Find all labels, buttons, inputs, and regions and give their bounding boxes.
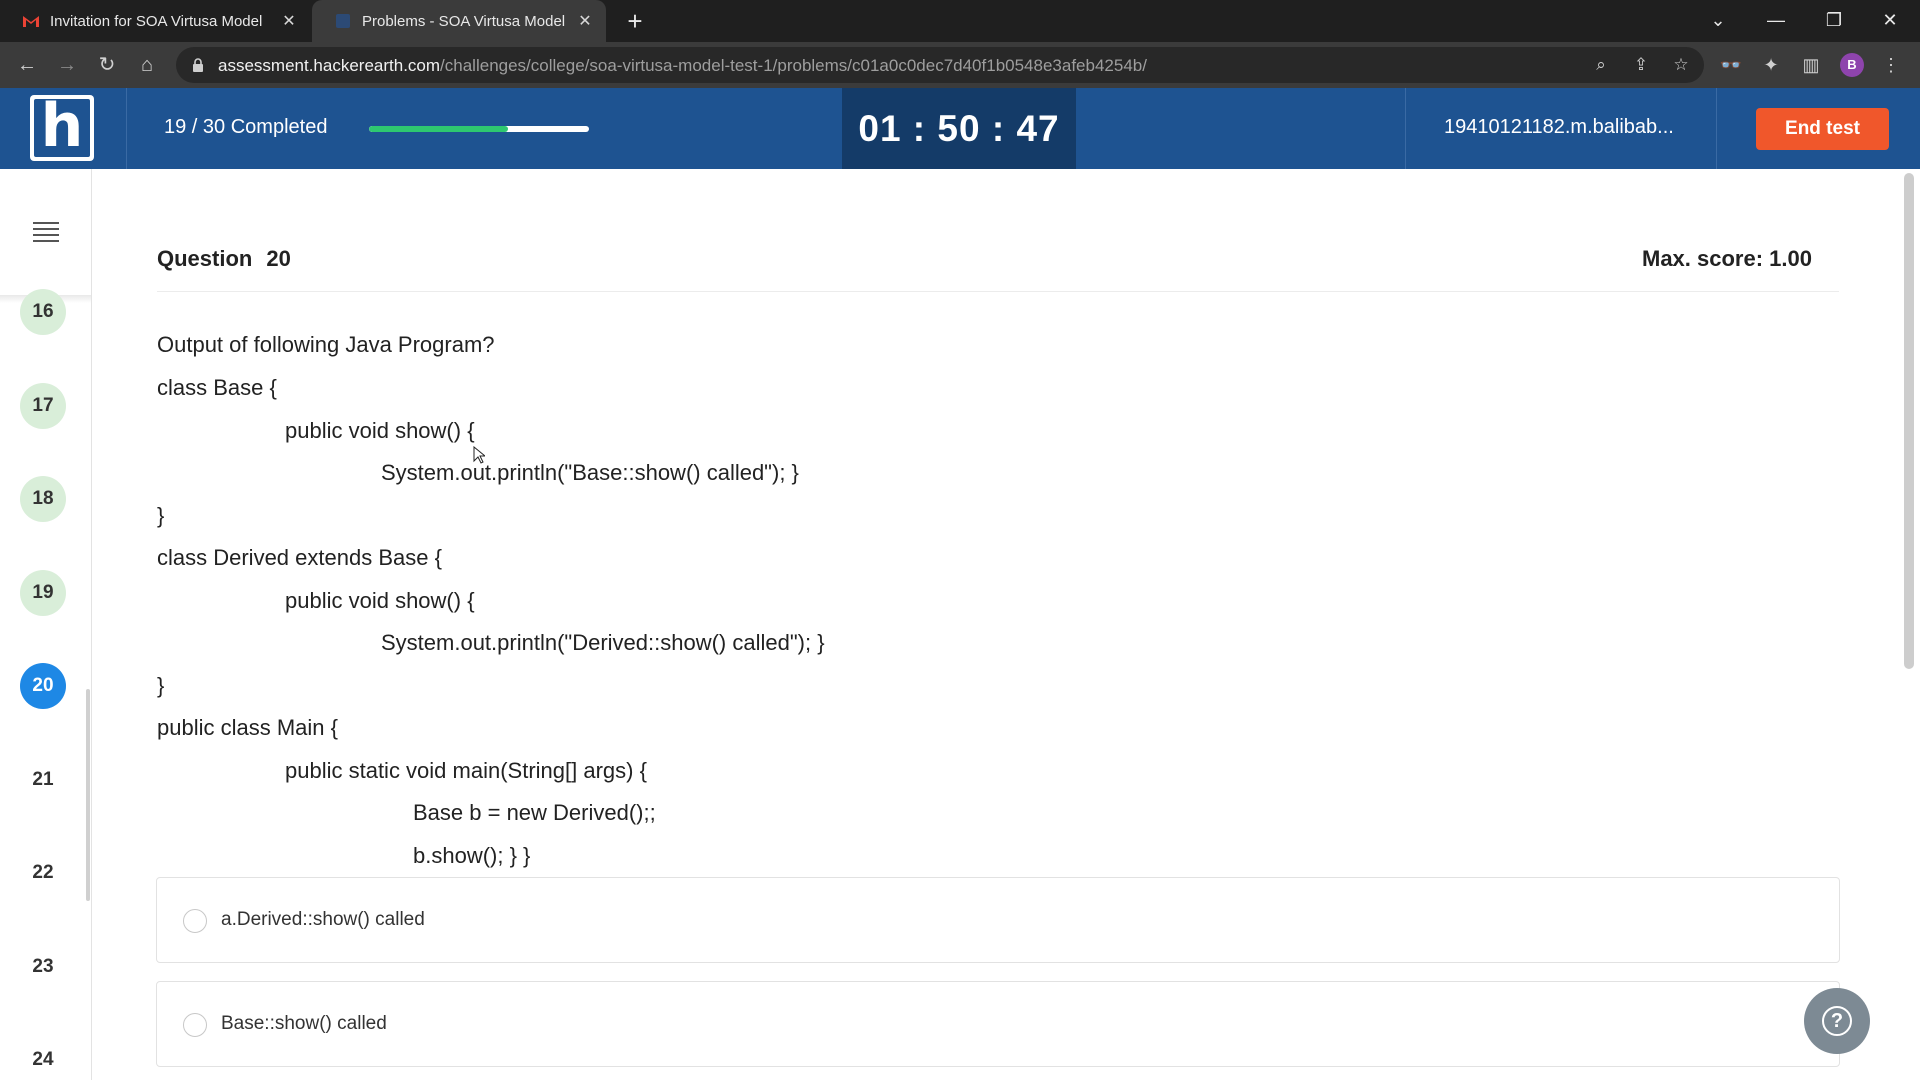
code-line: public void show() { — [285, 588, 475, 613]
end-test-button[interactable]: End test — [1756, 108, 1889, 150]
hamburger-menu-icon[interactable] — [33, 222, 59, 244]
extension-glasses-icon[interactable]: 👓 — [1716, 50, 1746, 80]
question-nav-17[interactable]: 17 — [20, 383, 66, 429]
completion-status: 19 / 30 Completed — [164, 116, 328, 138]
sidebar-scrollbar[interactable] — [86, 689, 90, 901]
tab-close-icon[interactable]: ✕ — [576, 11, 594, 31]
code-line: } — [157, 673, 165, 698]
mouse-cursor-icon — [473, 446, 485, 464]
code-line: public static void main(String[] args) { — [285, 758, 647, 783]
side-panel-icon[interactable]: ▥ — [1796, 50, 1826, 80]
header-divider — [1405, 88, 1406, 169]
more-menu-icon[interactable]: ⋮ — [1876, 50, 1906, 80]
question-nav-sidebar: 16 17 18 19 20 21 22 23 24 — [0, 169, 92, 1080]
url-path: /challenges/college/soa-virtusa-model-te… — [440, 56, 1147, 75]
help-button[interactable]: ? — [1804, 988, 1870, 1054]
main-scrollbar[interactable] — [1904, 173, 1914, 669]
question-nav-21[interactable]: 21 — [20, 757, 66, 803]
new-tab-button[interactable]: + — [620, 6, 650, 36]
question-nav-23[interactable]: 23 — [20, 944, 66, 990]
tab-gmail-invitation[interactable]: Invitation for SOA Virtusa Model ✕ — [0, 0, 310, 42]
user-name[interactable]: 19410121182.m.balibab... — [1444, 116, 1674, 139]
zoom-icon[interactable]: ⌕ — [1588, 52, 1614, 78]
progress-fill — [369, 126, 509, 132]
code-line: b.show(); } } — [413, 843, 531, 868]
profile-avatar[interactable]: B — [1840, 53, 1864, 77]
question-title: Question 20 — [157, 246, 291, 272]
reload-icon[interactable]: ↻ — [92, 50, 122, 80]
header-divider — [126, 88, 127, 169]
url-text: assessment.hackerearth.com/challenges/co… — [218, 56, 1147, 76]
browser-tab-bar: Invitation for SOA Virtusa Model ✕ Probl… — [0, 0, 1920, 42]
share-icon[interactable]: ⇪ — [1628, 52, 1654, 78]
option-label: a.Derived::show() called — [221, 909, 425, 930]
back-arrow-icon[interactable]: ← — [12, 50, 42, 80]
question-number: 20 — [266, 246, 291, 271]
answer-option-a[interactable]: a.Derived::show() called — [156, 877, 1840, 963]
tab-title: Invitation for SOA Virtusa Model — [50, 12, 263, 30]
question-nav-22[interactable]: 22 — [20, 850, 66, 896]
countdown-timer: 01 : 50 : 47 — [842, 88, 1076, 169]
code-line: System.out.println("Base::show() called"… — [381, 460, 799, 485]
question-mark-icon: ? — [1822, 1006, 1852, 1036]
url-field[interactable]: assessment.hackerearth.com/challenges/co… — [176, 47, 1704, 83]
code-line: class Derived extends Base { — [157, 545, 442, 570]
question-text: Output of following Java Program? — [157, 332, 495, 357]
header-separator — [157, 291, 1839, 292]
question-nav-19[interactable]: 19 — [20, 570, 66, 616]
option-label: Base::show() called — [221, 1013, 387, 1034]
restore-icon[interactable]: ❐ — [1806, 0, 1862, 42]
address-bar-row: ← → ↻ ⌂ assessment.hackerearth.com/chall… — [0, 42, 1920, 88]
completion-progress-bar — [369, 126, 589, 132]
radio-button[interactable] — [183, 1013, 207, 1037]
header-divider — [1716, 88, 1717, 169]
code-line: } — [157, 503, 165, 528]
bookmark-star-icon[interactable]: ☆ — [1668, 52, 1694, 78]
home-icon[interactable]: ⌂ — [132, 50, 162, 80]
minimize-icon[interactable]: — — [1748, 0, 1804, 42]
tab-title: Problems - SOA Virtusa Model Te — [362, 12, 568, 30]
hackerearth-icon — [334, 12, 352, 30]
question-label: Question — [157, 246, 253, 271]
radio-button[interactable] — [183, 909, 207, 933]
question-nav-16[interactable]: 16 — [20, 289, 66, 335]
code-line: class Base { — [157, 375, 277, 400]
hackerearth-logo[interactable]: h — [30, 95, 94, 161]
max-score: Max. score: 1.00 — [1642, 246, 1812, 271]
app-header: h 19 / 30 Completed 01 : 50 : 47 1941012… — [0, 88, 1920, 169]
gmail-icon — [22, 12, 40, 30]
close-window-icon[interactable]: ✕ — [1862, 0, 1918, 42]
tab-close-icon[interactable]: ✕ — [280, 11, 298, 31]
lock-icon — [193, 58, 203, 72]
logo-letter: h — [34, 96, 90, 157]
url-host: assessment.hackerearth.com — [218, 56, 441, 75]
answer-option-b[interactable]: Base::show() called — [156, 981, 1840, 1067]
code-line: Base b = new Derived();; — [413, 800, 656, 825]
code-line: public class Main { — [157, 715, 338, 740]
code-line: System.out.println("Derived::show() call… — [381, 630, 825, 655]
code-line: public void show() { — [285, 418, 475, 443]
question-nav-20[interactable]: 20 — [20, 663, 66, 709]
question-nav-24[interactable]: 24 — [20, 1037, 66, 1080]
extensions-puzzle-icon[interactable]: ✦ — [1756, 50, 1786, 80]
forward-arrow-icon[interactable]: → — [52, 50, 82, 80]
tab-search-chevron-icon[interactable]: ⌄ — [1690, 0, 1746, 42]
question-nav-18[interactable]: 18 — [20, 476, 66, 522]
tab-problems[interactable]: Problems - SOA Virtusa Model Te ✕ — [312, 0, 606, 42]
